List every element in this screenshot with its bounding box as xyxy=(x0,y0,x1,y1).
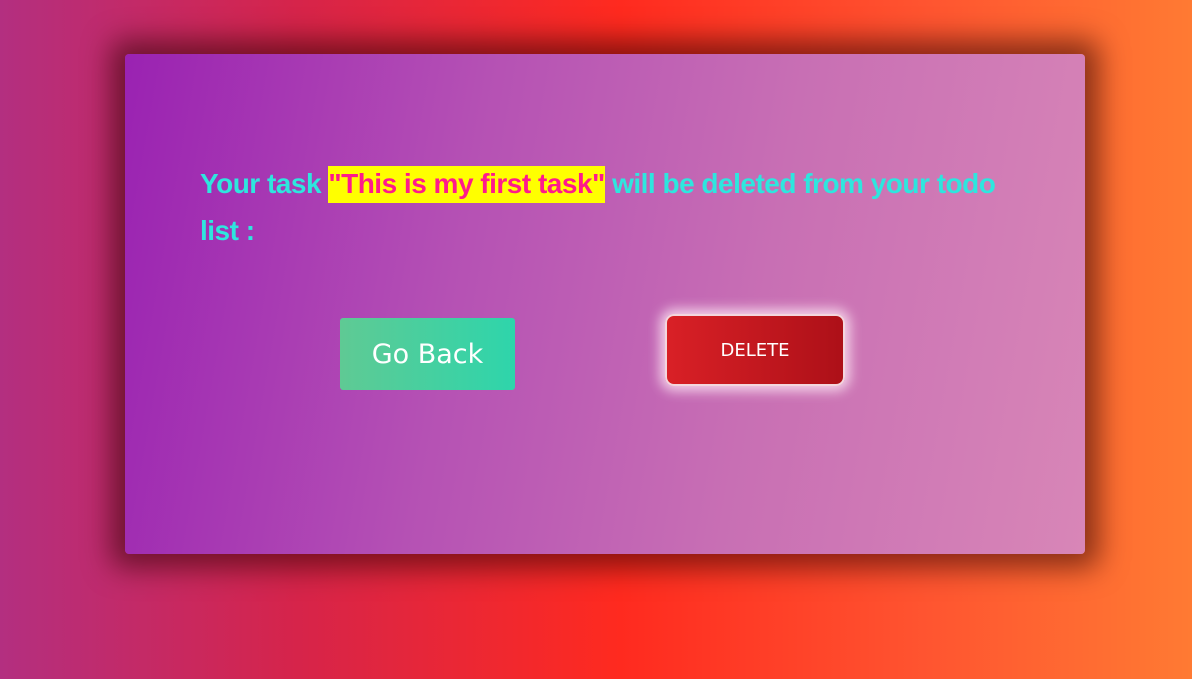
task-name-highlight: "This is my first task" xyxy=(328,166,605,203)
delete-button[interactable]: DELETE xyxy=(665,314,845,386)
delete-confirmation-card: Your task "This is my first task" will b… xyxy=(125,54,1085,554)
go-back-button[interactable]: Go Back xyxy=(340,318,515,390)
delete-confirmation-message: Your task "This is my first task" will b… xyxy=(200,160,1020,254)
message-prefix: Your task xyxy=(200,168,329,199)
